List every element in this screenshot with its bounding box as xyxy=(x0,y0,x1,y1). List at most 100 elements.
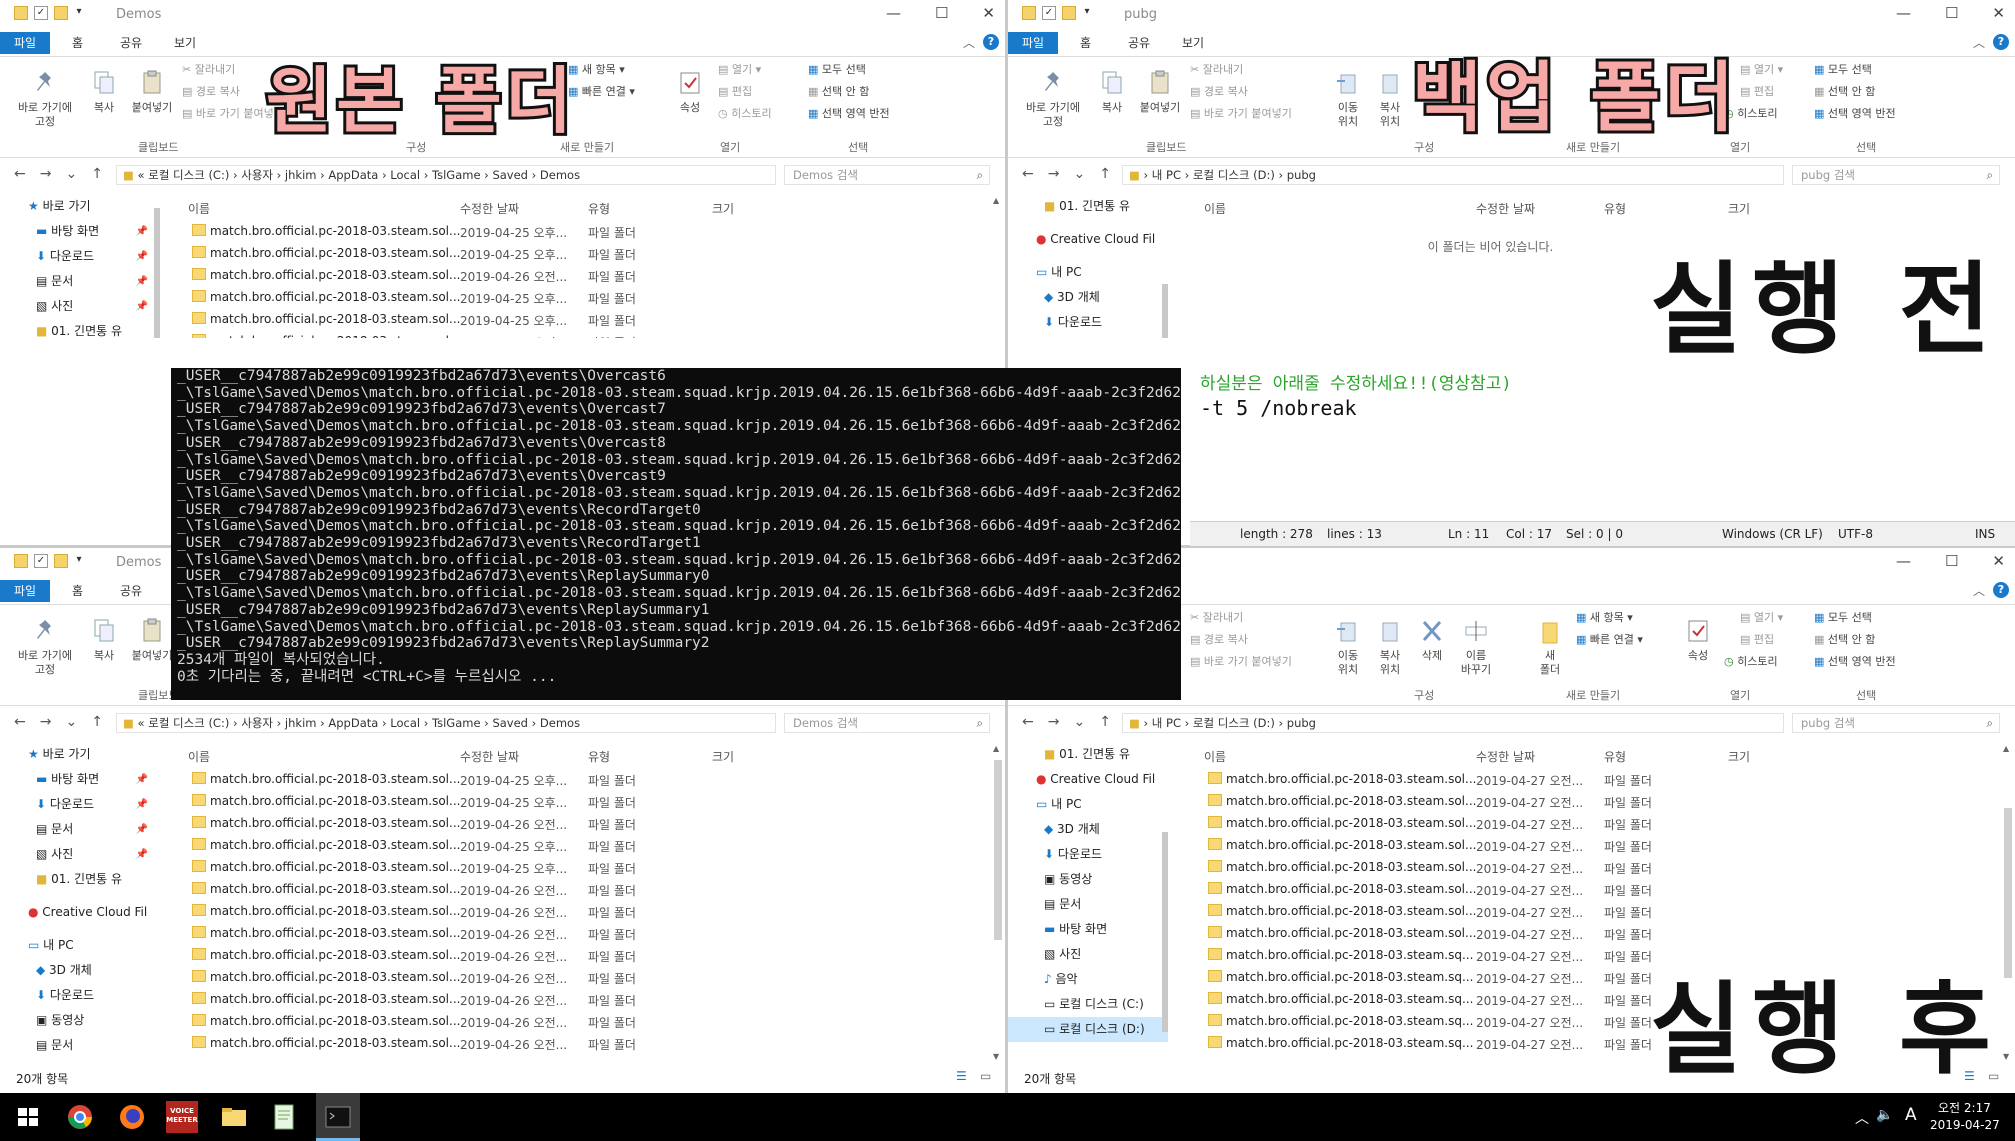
nav-pictures[interactable]: ▧ 사진 xyxy=(1008,942,1168,967)
copy-button[interactable]: 복사 xyxy=(86,617,122,663)
table-row[interactable]: match.bro.official.pc-2018-03.steam.sol.… xyxy=(164,966,991,988)
nav-scrollbar[interactable] xyxy=(1160,194,1168,338)
paste-shortcut-button[interactable]: ▤ 바로 가기 붙여넣기 xyxy=(1190,107,1292,121)
nav-pictures[interactable]: ▧ 사진 📌 xyxy=(0,294,160,319)
tab-file[interactable]: 파일 xyxy=(1008,32,1058,54)
breadcrumb-item[interactable]: 로컬 디스크 (C:) xyxy=(148,168,229,182)
table-row[interactable]: match.bro.official.pc-2018-03.steam.sol.… xyxy=(164,878,991,900)
table-row[interactable]: match.bro.official.pc-2018-03.steam.sol.… xyxy=(164,988,991,1010)
back-arrow-icon[interactable]: ← xyxy=(1022,714,1048,730)
column-size[interactable]: 크기 xyxy=(1728,200,1750,217)
tray-chevron-icon[interactable]: ︿ xyxy=(1855,1108,1869,1128)
nav-downloads[interactable]: ⬇ 다운로드 xyxy=(1008,310,1168,335)
tab-share[interactable]: 공유 xyxy=(1128,32,1150,54)
properties-button[interactable]: 속성 xyxy=(672,69,708,115)
properties-quick-icon[interactable]: ✓ xyxy=(1042,6,1056,20)
chrome-icon[interactable] xyxy=(64,1101,96,1133)
nav-folder-01[interactable]: ■ 01. 긴면통 유 xyxy=(0,319,160,338)
tab-share[interactable]: 공유 xyxy=(120,580,142,602)
scroll-up-icon[interactable]: ▲ xyxy=(993,744,999,753)
breadcrumb-item[interactable]: jhkim xyxy=(285,168,317,182)
scroll-down-icon[interactable]: ▼ xyxy=(993,1052,999,1061)
nav-music[interactable]: ♪ 음악 xyxy=(1008,967,1168,992)
column-type[interactable]: 유형 xyxy=(1604,748,1626,765)
table-row[interactable]: match.bro.official.pc-2018-03.steam.sol.… xyxy=(164,922,991,944)
copy-to-button[interactable]: 복사 위치 xyxy=(1372,69,1408,129)
column-type[interactable]: 유형 xyxy=(1604,200,1626,217)
move-to-button[interactable]: 이동 위치 xyxy=(1330,69,1366,129)
column-name[interactable]: 이름 xyxy=(1204,748,1226,765)
column-name[interactable]: 이름 xyxy=(188,748,210,765)
copy-button[interactable]: 복사 xyxy=(1094,69,1130,115)
breadcrumb-item[interactable]: AppData xyxy=(328,716,378,730)
nav-this-pc[interactable]: ▭ 내 PC xyxy=(0,933,160,958)
help-icon[interactable]: ? xyxy=(1993,34,2009,50)
customize-quick-access-icon[interactable]: ▾ xyxy=(74,6,84,20)
column-date[interactable]: 수정한 날짜 xyxy=(460,748,519,765)
paste-button[interactable]: 붙여넣기 xyxy=(126,69,178,115)
nav-creative-cloud[interactable]: ● Creative Cloud Fil xyxy=(1008,227,1168,252)
up-arrow-icon[interactable]: ↑ xyxy=(91,166,117,182)
editor-comment-line[interactable]: 하실분은 아래줄 수정하세요!!(영상참고) xyxy=(1200,369,1512,394)
ime-indicator[interactable]: A xyxy=(1905,1105,1917,1125)
breadcrumb[interactable]: ■ › 내 PC › 로컬 디스크 (D:) › pubg xyxy=(1122,713,1784,733)
breadcrumb[interactable]: ■ « 로컬 디스크 (C:) › 사용자 › jhkim › AppData … xyxy=(116,165,776,185)
select-all-button[interactable]: ▦ 모두 선택 xyxy=(1814,63,1872,77)
open-button[interactable]: ▤ 열기 ▾ xyxy=(1740,611,1783,625)
clock-time[interactable]: 오전 2:17 xyxy=(1938,1099,1991,1116)
recent-dropdown-icon[interactable]: ⌄ xyxy=(65,714,91,730)
breadcrumb-item[interactable]: 내 PC xyxy=(1152,168,1181,182)
table-row[interactable]: match.bro.official.pc-2018-03.steam.sol.… xyxy=(1180,900,2001,922)
scroll-down-icon[interactable]: ▼ xyxy=(2003,1052,2009,1061)
breadcrumb-item[interactable]: Demos xyxy=(540,716,580,730)
nav-documents[interactable]: ▤ 문서 📌 xyxy=(0,269,160,294)
table-row[interactable]: match.bro.official.pc-2018-03.steam.sol.… xyxy=(164,308,991,330)
column-type[interactable]: 유형 xyxy=(588,200,610,217)
table-row[interactable]: match.bro.official.pc-2018-03.steam.sol.… xyxy=(164,900,991,922)
nav-this-pc[interactable]: ▭ 내 PC xyxy=(1008,792,1168,817)
nav-pictures[interactable]: ▧ 사진 📌 xyxy=(0,842,160,867)
table-row[interactable]: match.bro.official.pc-2018-03.steam.sol.… xyxy=(164,1032,991,1054)
column-date[interactable]: 수정한 날짜 xyxy=(1476,200,1535,217)
move-to-button[interactable]: 이동 위치 xyxy=(1330,617,1366,677)
column-size[interactable]: 크기 xyxy=(1728,748,1750,765)
breadcrumb-item[interactable]: 사용자 xyxy=(241,716,273,730)
close-button[interactable]: ✕ xyxy=(982,4,995,22)
table-row[interactable]: match.bro.official.pc-2018-03.steam.sol.… xyxy=(164,944,991,966)
nav-videos[interactable]: ▣ 동영상 xyxy=(0,1008,160,1033)
nav-folder-01[interactable]: ■ 01. 긴면통 유 xyxy=(1008,194,1168,219)
tab-view[interactable]: 보기 xyxy=(1182,32,1204,54)
history-button[interactable]: ◷ 히스토리 xyxy=(718,107,772,121)
recent-dropdown-icon[interactable]: ⌄ xyxy=(1073,714,1099,730)
copy-button[interactable]: 복사 xyxy=(86,69,122,115)
breadcrumb-item[interactable]: 로컬 디스크 (D:) xyxy=(1193,716,1275,730)
table-row[interactable]: match.bro.official.pc-2018-03.steam.sol.… xyxy=(1180,856,2001,878)
table-row[interactable]: match.bro.official.pc-2018-03.steam.sol.… xyxy=(164,286,991,308)
forward-arrow-icon[interactable]: → xyxy=(1048,166,1074,182)
easy-access-button[interactable]: ▦ 빠른 연결 ▾ xyxy=(1576,633,1643,647)
up-arrow-icon[interactable]: ↑ xyxy=(91,714,117,730)
editor-code-line[interactable]: -t 5 /nobreak xyxy=(1200,396,1357,420)
select-none-button[interactable]: ▦ 선택 안 함 xyxy=(808,85,869,99)
recent-dropdown-icon[interactable]: ⌄ xyxy=(1073,166,1099,182)
scrollbar-thumb[interactable] xyxy=(994,760,1002,940)
pin-quick-access-button[interactable]: 바로 가기에 고정 xyxy=(8,69,82,129)
pin-quick-access-button[interactable]: 바로 가기에 고정 xyxy=(8,617,82,677)
nav-scrollbar-thumb[interactable] xyxy=(1162,284,1168,338)
column-size[interactable]: 크기 xyxy=(712,200,734,217)
breadcrumb-item[interactable]: 사용자 xyxy=(241,168,273,182)
customize-quick-access-icon[interactable]: ▾ xyxy=(1082,6,1092,20)
scrollbar-thumb[interactable] xyxy=(2004,808,2012,978)
new-folder-quick-icon[interactable] xyxy=(54,554,68,568)
history-button[interactable]: ◷ 히스토리 xyxy=(1724,655,1778,669)
forward-arrow-icon[interactable]: → xyxy=(40,714,66,730)
command-prompt-window[interactable]: _USER__c7947887ab2e99c0919923fbd2a67d73\… xyxy=(171,368,1181,700)
nav-downloads[interactable]: ⬇ 다운로드 xyxy=(1008,842,1168,867)
breadcrumb-item[interactable]: Local xyxy=(390,168,420,182)
invert-selection-button[interactable]: ▦ 선택 영역 반전 xyxy=(1814,655,1896,669)
copy-to-button[interactable]: 복사 위치 xyxy=(1372,617,1408,677)
tab-home[interactable]: 홈 xyxy=(1080,32,1091,54)
scroll-up-icon[interactable]: ▲ xyxy=(2003,744,2009,753)
properties-quick-icon[interactable]: ✓ xyxy=(34,6,48,20)
nav-this-pc[interactable]: ▭ 내 PC xyxy=(1008,260,1168,285)
